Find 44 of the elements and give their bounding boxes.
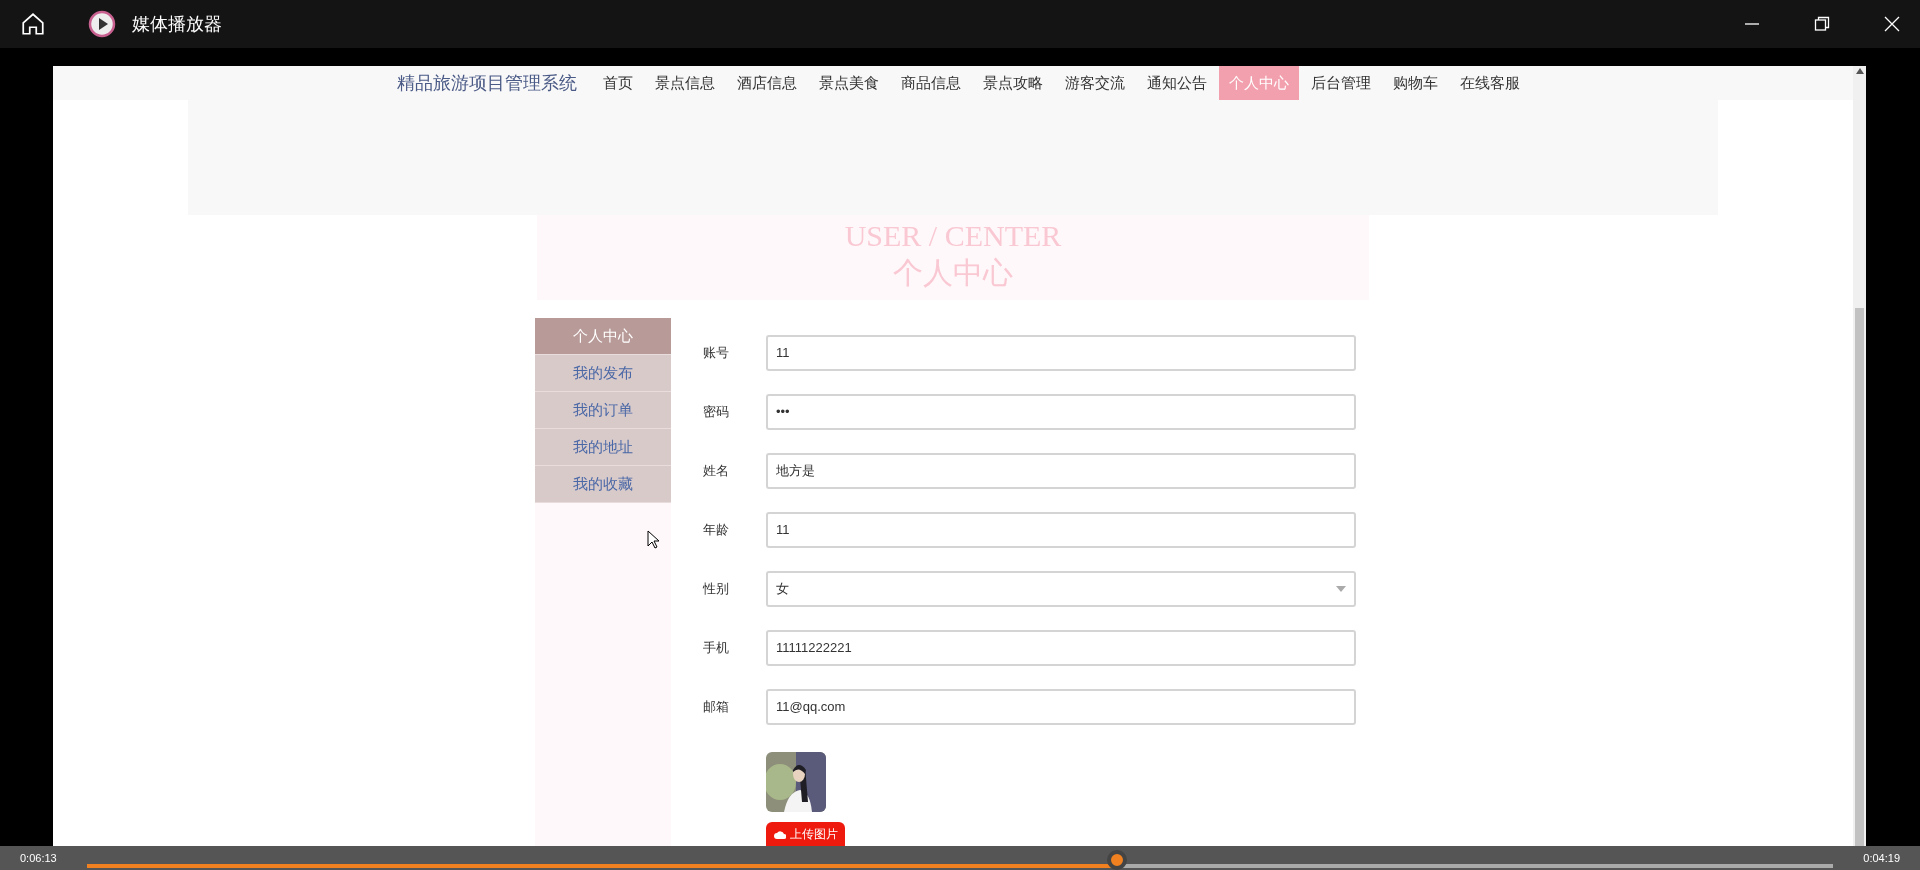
field-label: 邮箱 xyxy=(703,698,730,717)
select-field[interactable]: 女 xyxy=(766,571,1356,607)
sidebar-item[interactable]: 我的订单 xyxy=(535,392,671,429)
nav-item[interactable]: 通知公告 xyxy=(1136,66,1217,100)
sidebar-item[interactable]: 我的发布 xyxy=(535,355,671,392)
nav-item[interactable]: 购物车 xyxy=(1382,66,1448,100)
play-icon xyxy=(88,10,116,38)
nav-item[interactable]: 首页 xyxy=(592,66,643,100)
scroll-up-icon[interactable] xyxy=(1855,68,1864,74)
progress-handle[interactable] xyxy=(1107,850,1128,870)
cloud-icon xyxy=(773,829,786,839)
close-icon[interactable] xyxy=(1884,16,1900,32)
remaining-time: 0:04:19 xyxy=(1863,850,1900,866)
field-label: 年龄 xyxy=(703,521,730,540)
nav-item[interactable]: 酒店信息 xyxy=(726,66,807,100)
sidebar-item[interactable]: 我的地址 xyxy=(535,429,671,466)
input-field[interactable]: 11111222221 xyxy=(766,630,1356,666)
cursor-icon xyxy=(647,530,660,549)
nav-item[interactable]: 景点信息 xyxy=(644,66,725,100)
field-label: 手机 xyxy=(703,639,730,658)
field-label: 性别 xyxy=(703,580,730,599)
input-field[interactable]: 11 xyxy=(766,335,1356,371)
input-field[interactable]: 地方是 xyxy=(766,453,1356,489)
home-icon[interactable] xyxy=(20,11,46,37)
nav-item[interactable]: 景点美食 xyxy=(808,66,889,100)
input-field[interactable]: 11 xyxy=(766,512,1356,548)
nav-item[interactable]: 景点攻略 xyxy=(972,66,1053,100)
nav-item[interactable]: 游客交流 xyxy=(1054,66,1135,100)
nav-item[interactable]: 商品信息 xyxy=(890,66,971,100)
restore-icon[interactable] xyxy=(1814,16,1830,32)
input-field[interactable]: ••• xyxy=(766,394,1356,430)
site-title: 精品旅游项目管理系统 xyxy=(396,71,577,95)
input-field[interactable]: 11@qq.com xyxy=(766,689,1356,725)
nav-item[interactable]: 后台管理 xyxy=(1300,66,1381,100)
elapsed-time: 0:06:13 xyxy=(20,850,57,866)
field-label: 姓名 xyxy=(703,462,730,481)
field-label: 密码 xyxy=(703,403,730,422)
upload-button[interactable]: 上传图片 xyxy=(766,822,845,846)
nav-item[interactable]: 在线客服 xyxy=(1449,66,1530,100)
scroll-thumb[interactable] xyxy=(1855,308,1864,846)
window-title: 媒体播放器 xyxy=(132,12,222,36)
sidebar-item[interactable]: 我的收藏 xyxy=(535,466,671,503)
field-label: 账号 xyxy=(703,344,730,363)
caret-icon xyxy=(1336,586,1346,592)
